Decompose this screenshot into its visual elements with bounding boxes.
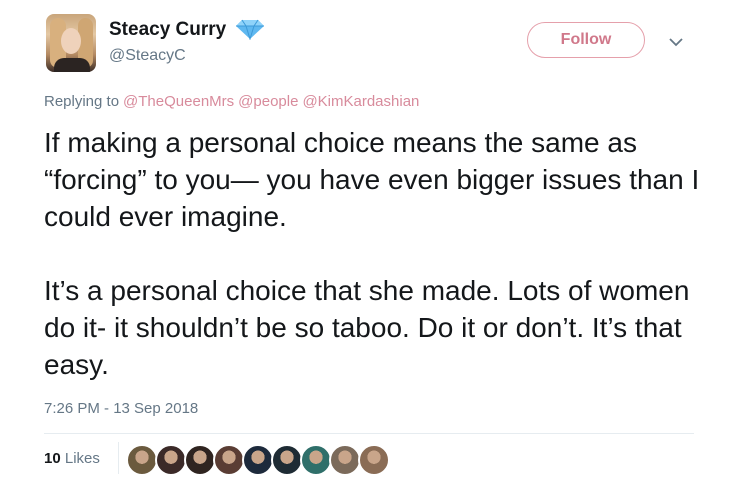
liker-avatar[interactable]	[126, 444, 158, 476]
author-handle[interactable]: @SteacyC	[109, 47, 186, 65]
likes-number: 10	[44, 450, 61, 467]
tweet-timestamp[interactable]: 7:26 PM - 13 Sep 2018	[44, 400, 198, 417]
mention-link[interactable]: @people	[238, 93, 298, 110]
follow-button[interactable]: Follow	[527, 22, 645, 58]
reply-prefix: Replying to	[44, 93, 120, 110]
liker-avatar[interactable]	[358, 444, 390, 476]
liker-avatar[interactable]	[242, 444, 274, 476]
tweet-paragraph: If making a personal choice means the sa…	[44, 127, 700, 232]
author-display-name[interactable]: Steacy Curry	[109, 19, 226, 41]
verified-diamond-icon	[236, 19, 264, 40]
liker-avatar[interactable]	[184, 444, 216, 476]
liker-avatar[interactable]	[329, 444, 361, 476]
chevron-down-icon[interactable]	[668, 36, 684, 48]
tweet-paragraph: It’s a personal choice that she made. Lo…	[44, 275, 690, 380]
liker-avatar[interactable]	[213, 444, 245, 476]
divider	[44, 433, 694, 434]
reply-context: Replying to @TheQueenMrs @people @KimKardas…	[44, 93, 419, 110]
liker-avatar[interactable]	[271, 444, 303, 476]
liker-avatar[interactable]	[155, 444, 187, 476]
tweet-text: If making a personal choice means the sa…	[44, 124, 714, 383]
mention-link[interactable]: @TheQueenMrs	[123, 93, 234, 110]
mention-link[interactable]: @KimKardashian	[302, 93, 419, 110]
likes-count[interactable]: 10 Likes	[44, 450, 100, 467]
divider	[118, 442, 119, 474]
likes-label: Likes	[64, 450, 100, 467]
liker-avatar[interactable]	[300, 444, 332, 476]
author-avatar[interactable]	[46, 14, 96, 72]
